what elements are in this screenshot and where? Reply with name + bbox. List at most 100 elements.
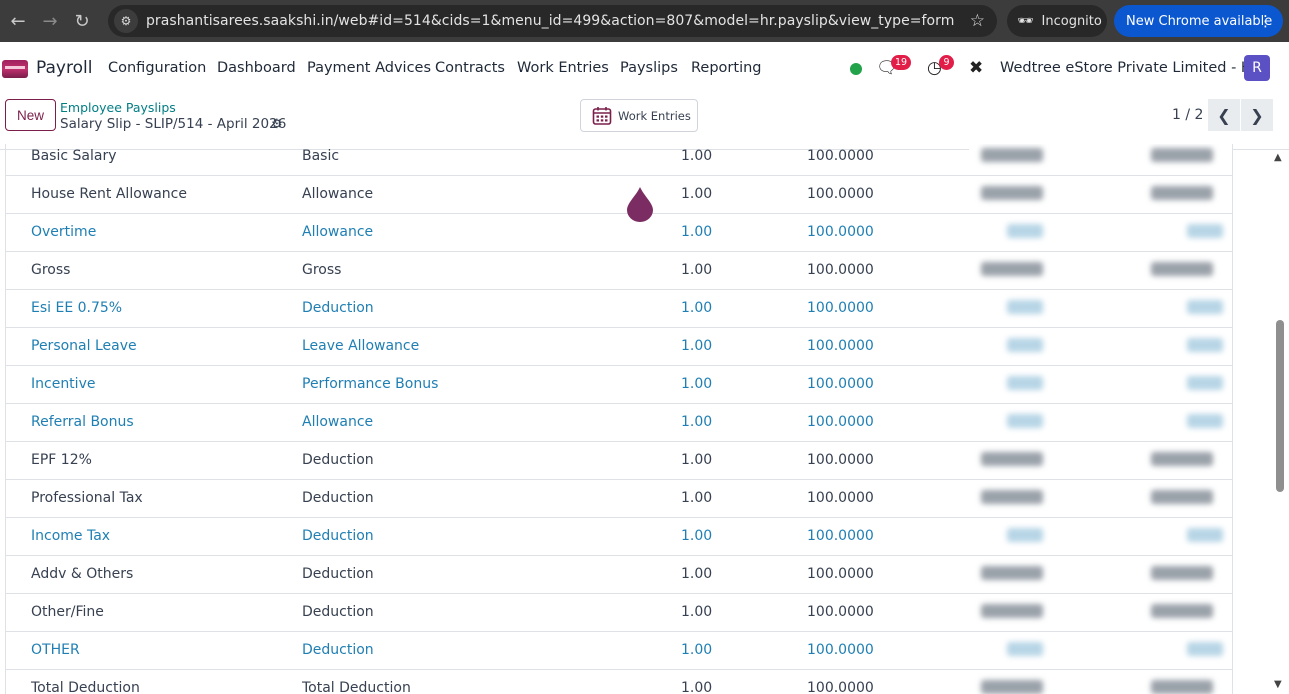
menu-configuration[interactable]: Configuration [108, 60, 206, 76]
line-quantity: 1.00 [681, 262, 713, 278]
table-row[interactable]: Overtime Allowance 1.00 100.0000 [6, 214, 1232, 252]
table-row[interactable]: Basic Salary Basic 1.00 100.0000 [6, 144, 1232, 176]
reload-icon[interactable]: ↻ [68, 7, 96, 35]
table-body: Basic Salary Basic 1.00 100.0000 House Rent … [6, 144, 1232, 694]
line-rate: 100.0000 [807, 528, 874, 544]
table-row[interactable]: House Rent Allowance Allowance 1.00 100.000… [6, 176, 1232, 214]
menu-payment-advices[interactable]: Payment Advices [307, 60, 431, 76]
line-name: OTHER [31, 642, 80, 658]
line-name: EPF 12% [31, 452, 92, 468]
table-row[interactable]: Incentive Performance Bonus 1.00 100.0000 [6, 366, 1232, 404]
breadcrumb-current: Salary Slip - SLIP/514 - April 2026 [60, 116, 287, 132]
update-chrome-button[interactable]: New Chrome available ⋮ [1114, 5, 1283, 37]
address-bar[interactable]: ⚙ prashantisarees.saakshi.in/web#id=514&… [108, 5, 997, 37]
pager-previous-icon[interactable]: ❮ [1208, 99, 1240, 131]
scroll-down-icon[interactable]: ▼ [1274, 679, 1282, 690]
site-settings-icon[interactable]: ⚙ [114, 9, 138, 33]
table-row[interactable]: Personal Leave Leave Allowance 1.00 100.000… [6, 328, 1232, 366]
app-name[interactable]: Payroll [36, 58, 92, 78]
line-quantity: 1.00 [681, 642, 713, 658]
menu-contracts[interactable]: Contracts [435, 60, 505, 76]
line-rate: 100.0000 [807, 148, 874, 164]
company-switcher[interactable]: Wedtree eStore Private Limited - HO [1000, 60, 1263, 76]
messages-badge: 19 [891, 55, 912, 70]
work-entries-button[interactable]: Work Entries [580, 99, 698, 132]
line-quantity: 1.00 [681, 566, 713, 582]
blurred-amount [1007, 300, 1043, 314]
blurred-total [1187, 414, 1223, 428]
blurred-amount [1007, 338, 1043, 352]
breadcrumb-parent[interactable]: Employee Payslips [60, 100, 176, 115]
line-name: Personal Leave [31, 338, 137, 354]
back-arrow-icon[interactable]: ← [4, 7, 32, 35]
table-row[interactable]: Other/Fine Deduction 1.00 100.0000 [6, 594, 1232, 632]
odoo-navbar: Payroll Configuration Dashboard Payment … [0, 42, 1289, 94]
bookmark-star-icon[interactable]: ☆ [970, 11, 985, 31]
menu-reporting[interactable]: Reporting [691, 60, 762, 76]
line-category: Deduction [302, 604, 374, 620]
blurred-amounts [969, 252, 1232, 289]
blurred-total [1151, 680, 1213, 694]
table-row[interactable]: Gross Gross 1.00 100.0000 [6, 252, 1232, 290]
vertical-scrollbar[interactable]: ▲ ▼ [1270, 150, 1289, 694]
menu-payslips[interactable]: Payslips [620, 60, 678, 76]
gear-icon[interactable]: ⚙ [271, 117, 283, 132]
line-name: Referral Bonus [31, 414, 134, 430]
line-quantity: 1.00 [681, 528, 713, 544]
incognito-label: Incognito [1041, 13, 1102, 29]
blurred-amounts [969, 144, 1232, 175]
line-name: Overtime [31, 224, 97, 240]
incognito-icon: 🕶 [1017, 13, 1034, 29]
line-category: Basic [302, 148, 340, 164]
blurred-amounts [969, 670, 1232, 694]
url-text[interactable]: prashantisarees.saakshi.in/web#id=514&ci… [146, 13, 954, 29]
blurred-amounts [969, 556, 1232, 593]
line-category: Performance Bonus [302, 376, 439, 392]
debug-tools-icon[interactable]: ✖ [969, 58, 983, 78]
payroll-app-icon[interactable] [2, 60, 28, 78]
table-row[interactable]: Addv & Others Deduction 1.00 100.0000 [6, 556, 1232, 594]
blurred-amounts [969, 518, 1232, 555]
blurred-total [1151, 262, 1213, 276]
table-row[interactable]: Income Tax Deduction 1.00 100.0000 [6, 518, 1232, 556]
scrollbar-thumb[interactable] [1276, 320, 1284, 492]
scroll-up-icon[interactable]: ▲ [1274, 152, 1282, 163]
line-quantity: 1.00 [681, 414, 713, 430]
more-vertical-icon[interactable]: ⋮ [1258, 12, 1273, 30]
blurred-total [1187, 338, 1223, 352]
table-row[interactable]: Professional Tax Deduction 1.00 100.0000 [6, 480, 1232, 518]
blurred-amounts [969, 480, 1232, 517]
line-rate: 100.0000 [807, 680, 874, 694]
line-name: Incentive [31, 376, 96, 392]
line-name: Total Deduction [31, 680, 140, 694]
user-avatar[interactable]: R [1244, 55, 1270, 81]
menu-work-entries[interactable]: Work Entries [517, 60, 609, 76]
line-rate: 100.0000 [807, 490, 874, 506]
table-row[interactable]: Referral Bonus Allowance 1.00 100.0000 [6, 404, 1232, 442]
line-quantity: 1.00 [681, 376, 713, 392]
blurred-total [1151, 490, 1213, 504]
table-row[interactable]: EPF 12% Deduction 1.00 100.0000 [6, 442, 1232, 480]
line-rate: 100.0000 [807, 642, 874, 658]
browser-toolbar: ← → ↻ ⚙ prashantisarees.saakshi.in/web#i… [0, 0, 1289, 42]
line-rate: 100.0000 [807, 338, 874, 354]
line-quantity: 1.00 [681, 680, 713, 694]
menu-dashboard[interactable]: Dashboard [217, 60, 296, 76]
forward-arrow-icon[interactable]: → [36, 7, 64, 35]
line-category: Deduction [302, 566, 374, 582]
blurred-amount [981, 262, 1043, 276]
line-rate: 100.0000 [807, 376, 874, 392]
table-row[interactable]: OTHER Deduction 1.00 100.0000 [6, 632, 1232, 670]
line-quantity: 1.00 [681, 490, 713, 506]
blurred-amount [1007, 528, 1043, 542]
table-row[interactable]: Esi EE 0.75% Deduction 1.00 100.0000 [6, 290, 1232, 328]
pager-next-icon[interactable]: ❯ [1241, 99, 1273, 131]
blurred-amount [981, 148, 1043, 162]
new-button[interactable]: New [5, 99, 56, 131]
table-row[interactable]: Total Deduction Total Deduction 1.00 100.00… [6, 670, 1232, 694]
incognito-indicator[interactable]: 🕶 Incognito [1007, 5, 1107, 37]
pager-value[interactable]: 1 / 2 [1172, 107, 1203, 123]
blurred-amounts [969, 442, 1232, 479]
blurred-total [1187, 528, 1223, 542]
line-name: Addv & Others [31, 566, 134, 582]
